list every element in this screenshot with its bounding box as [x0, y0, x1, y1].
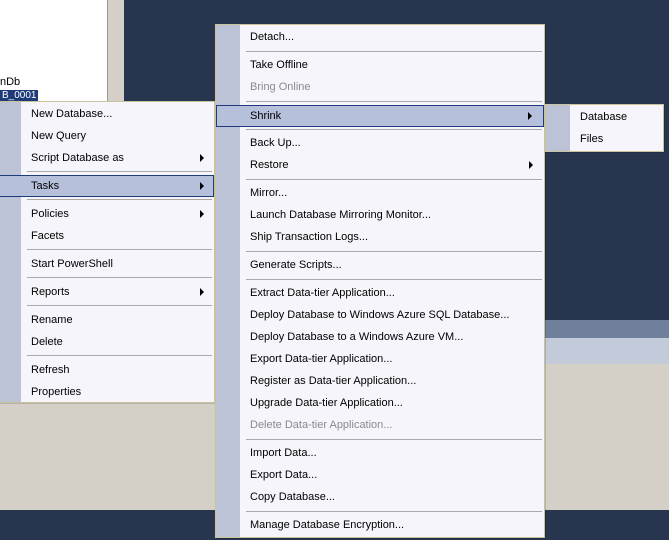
menu-item-new-query[interactable]: New Query — [0, 125, 214, 147]
menu-item-start-powershell[interactable]: Start PowerShell — [0, 253, 214, 275]
menu-item-script-database-as[interactable]: Script Database as — [0, 147, 214, 169]
menu-separator — [246, 439, 542, 440]
menu-item-shrink[interactable]: Shrink — [216, 105, 544, 127]
menu-item-shrink-files[interactable]: Files — [546, 128, 663, 150]
tasks-submenu: Detach... Take Offline Bring Online Shri… — [215, 24, 545, 538]
menu-item-refresh[interactable]: Refresh — [0, 359, 214, 381]
menu-separator — [246, 129, 542, 130]
menu-separator — [27, 277, 212, 278]
menu-item-shrink-database[interactable]: Database — [546, 106, 663, 128]
menu-item-back-up[interactable]: Back Up... — [216, 132, 544, 154]
menu-item-generate-scripts[interactable]: Generate Scripts... — [216, 254, 544, 276]
submenu-arrow-icon — [200, 288, 204, 296]
menu-separator — [27, 355, 212, 356]
menu-separator — [246, 101, 542, 102]
shrink-submenu: Database Files — [545, 104, 664, 152]
menu-item-tasks[interactable]: Tasks — [0, 175, 214, 197]
tree-node-selected[interactable]: B_0001 — [0, 90, 39, 101]
menu-item-properties[interactable]: Properties — [0, 381, 214, 403]
submenu-arrow-icon — [200, 210, 204, 218]
pane-content-area — [545, 364, 669, 510]
menu-item-reports[interactable]: Reports — [0, 281, 214, 303]
menu-separator — [27, 249, 212, 250]
menu-item-register-data-tier[interactable]: Register as Data-tier Application... — [216, 370, 544, 392]
menu-separator — [27, 199, 212, 200]
menu-item-launch-mirroring-monitor[interactable]: Launch Database Mirroring Monitor... — [216, 204, 544, 226]
menu-item-mirror[interactable]: Mirror... — [216, 182, 544, 204]
database-context-menu: New Database... New Query Script Databas… — [0, 101, 215, 403]
menu-separator — [27, 171, 212, 172]
menu-item-deploy-azure-sql[interactable]: Deploy Database to Windows Azure SQL Dat… — [216, 304, 544, 326]
menu-item-deploy-azure-vm[interactable]: Deploy Database to a Windows Azure VM... — [216, 326, 544, 348]
menu-item-take-offline[interactable]: Take Offline — [216, 54, 544, 76]
menu-item-copy-database[interactable]: Copy Database... — [216, 486, 544, 508]
menu-separator — [246, 51, 542, 52]
menu-item-ship-transaction-logs[interactable]: Ship Transaction Logs... — [216, 226, 544, 248]
menu-separator — [246, 251, 542, 252]
menu-item-facets[interactable]: Facets — [0, 225, 214, 247]
submenu-arrow-icon — [200, 154, 204, 162]
menu-item-manage-encryption[interactable]: Manage Database Encryption... — [216, 514, 544, 536]
menu-item-extract-data-tier[interactable]: Extract Data-tier Application... — [216, 282, 544, 304]
pane-header-strip — [545, 320, 669, 338]
menu-item-upgrade-data-tier[interactable]: Upgrade Data-tier Application... — [216, 392, 544, 414]
menu-item-bring-online[interactable]: Bring Online — [216, 76, 544, 98]
menu-item-rename[interactable]: Rename — [0, 309, 214, 331]
menu-separator — [246, 511, 542, 512]
menu-separator — [246, 279, 542, 280]
tree-node-label[interactable]: nDb — [0, 76, 20, 88]
menu-item-export-data-tier[interactable]: Export Data-tier Application... — [216, 348, 544, 370]
menu-item-new-database[interactable]: New Database... — [0, 103, 214, 125]
menu-item-detach[interactable]: Detach... — [216, 26, 544, 48]
menu-item-restore[interactable]: Restore — [216, 154, 544, 176]
menu-item-policies[interactable]: Policies — [0, 203, 214, 225]
menu-item-delete[interactable]: Delete — [0, 331, 214, 353]
submenu-arrow-icon — [528, 112, 532, 120]
pane-toolbar-strip — [545, 338, 669, 364]
submenu-arrow-icon — [529, 161, 533, 169]
menu-separator — [246, 179, 542, 180]
tree-scrollbar[interactable] — [107, 0, 122, 101]
submenu-arrow-icon — [200, 182, 204, 190]
menu-item-export-data[interactable]: Export Data... — [216, 464, 544, 486]
menu-item-delete-data-tier[interactable]: Delete Data-tier Application... — [216, 414, 544, 436]
menu-separator — [27, 305, 212, 306]
menu-item-import-data[interactable]: Import Data... — [216, 442, 544, 464]
